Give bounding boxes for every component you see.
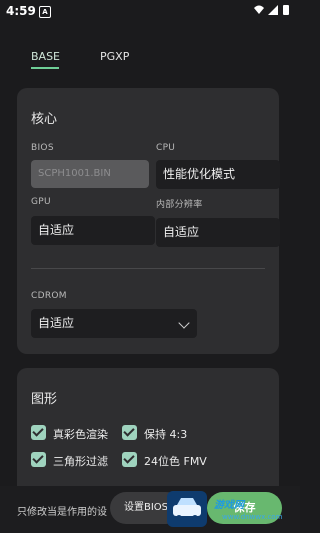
chevron-down-icon [178,317,190,329]
battery-icon [283,5,289,15]
notification-a-icon: A [39,6,51,18]
internal-resolution-value: 自适应 [163,225,200,239]
cpu-label: CPU [156,143,176,153]
cdrom-select-value: 自适应 [38,316,75,330]
bios-label: BIOS [31,143,54,153]
gpu-label: GPU [31,197,51,207]
status-bar: 4:59 A [0,0,300,22]
gpu-select-value: 自适应 [38,223,75,237]
tab-pgxp[interactable]: PGXP [100,50,129,63]
core-card-title: 核心 [31,112,58,127]
watermark-text: 游戏网 [214,500,244,511]
tab-base[interactable]: BASE [31,50,60,63]
signal-icon [268,5,278,15]
option-24bit-fmv-label: 24位色 FMV [144,455,207,468]
option-keep-aspect[interactable]: 保持 4:3 [122,425,212,441]
status-icons [254,5,289,15]
option-true-color[interactable]: 真彩色渲染 [31,425,121,441]
checkbox-triangle-filter[interactable] [31,452,46,467]
bottom-hint-text: 只修改当是作用的设 [17,507,107,518]
option-24bit-fmv[interactable]: 24位色 FMV [122,452,222,468]
option-triangle-filter[interactable]: 三角形过滤 [31,452,121,468]
checkbox-keep-aspect[interactable] [122,425,137,440]
option-keep-aspect-label: 保持 4:3 [144,428,188,441]
cdrom-select[interactable]: 自适应 [31,309,197,338]
checkbox-24bit-fmv[interactable] [122,452,137,467]
gpu-select[interactable]: 自适应 [31,216,155,245]
wifi-icon [254,5,264,14]
option-true-color-label: 真彩色渲染 [53,428,108,441]
cpu-select[interactable]: 性能优化模式 [156,160,280,189]
internal-resolution-label: 内部分辨率 [156,200,203,210]
cpu-select-value: 性能优化模式 [163,167,236,181]
graphics-card-title: 图形 [31,392,58,407]
section-divider [31,268,265,269]
option-triangle-filter-label: 三角形过滤 [53,455,108,468]
internal-resolution-select[interactable]: 自适应 [156,218,280,247]
watermark-car-logo-icon [167,491,207,527]
checkbox-true-color[interactable] [31,425,46,440]
tab-base-indicator [31,67,59,69]
status-time: 4:59 [6,4,36,18]
cdrom-label: CDROM [31,291,67,301]
bios-field: SCPH1001.BIN [31,160,149,188]
watermark-url: www.dnwwx.com [222,513,283,521]
